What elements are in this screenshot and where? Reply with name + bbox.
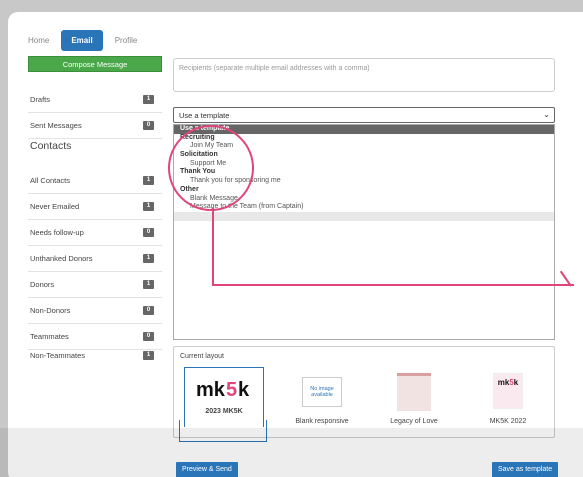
sidebar-item-label: Sent Messages: [30, 121, 82, 130]
sidebar-item-label: Never Emailed: [30, 202, 80, 211]
count-badge: 1: [143, 350, 154, 360]
selected-layout-frame: [179, 420, 267, 442]
preview-send-button[interactable]: Preview & Send: [176, 462, 238, 477]
legacy-thumbnail-image: [397, 373, 431, 411]
sidebar-item-label: Needs follow-up: [30, 228, 84, 237]
sidebar-item-label: Teammates: [30, 332, 69, 341]
svg-text:5: 5: [226, 379, 237, 401]
compose-message-button[interactable]: Compose Message: [28, 56, 162, 72]
sidebar-item-label: All Contacts: [30, 176, 71, 185]
save-as-template-button[interactable]: Save as template: [492, 462, 559, 477]
count-badge: 1: [143, 95, 154, 104]
sidebar-item-never-emailed[interactable]: Never Emailed 1: [28, 194, 162, 220]
sidebar-item-label: Unthanked Donors: [30, 254, 93, 263]
count-badge: 0: [143, 121, 154, 130]
sidebar-item-needs-follow-up[interactable]: Needs follow-up 0: [28, 220, 162, 246]
annotation-circle: [168, 125, 254, 211]
sidebar-item-unthanked-donors[interactable]: Unthanked Donors 1: [28, 246, 162, 272]
dropdown-divider: [174, 211, 554, 221]
layout-caption: Blank responsive: [295, 418, 349, 425]
template-select-value: Use a template: [179, 111, 230, 120]
annotation-line: [212, 284, 574, 286]
sidebar-item-label: Drafts: [30, 95, 51, 104]
layout-thumb-2023-mk5k[interactable]: mk 5 k 2023 MK5K: [184, 367, 264, 427]
sidebar-item-label: Non-Teammates: [30, 350, 86, 360]
layout-label: Current layout: [180, 353, 224, 360]
sidebar-item-sent-messages[interactable]: Sent Messages 0: [28, 113, 162, 139]
no-image-placeholder: No image available: [302, 377, 342, 407]
mk5k-2022-thumbnail-image: mk5k: [493, 373, 523, 409]
sidebar-item-label: Non-Donors: [30, 306, 71, 315]
count-badge: 0: [143, 306, 154, 315]
annotation-line: [212, 208, 214, 286]
svg-text:k: k: [238, 379, 250, 401]
tab-profile[interactable]: Profile: [109, 31, 144, 50]
tab-home[interactable]: Home: [22, 31, 55, 50]
count-badge: 0: [143, 228, 154, 237]
layout-thumb-mk5k-2022[interactable]: mk5k MK5K 2022: [468, 367, 548, 427]
template-select[interactable]: Use a template ⌄: [173, 107, 555, 123]
tab-email[interactable]: Email: [61, 30, 103, 51]
nav-tabs: Home Email Profile: [22, 30, 143, 51]
count-badge: 1: [143, 202, 154, 211]
sidebar-item-non-teammates[interactable]: Non-Teammates 1: [28, 342, 162, 368]
chevron-down-icon: ⌄: [543, 110, 550, 119]
layout-caption: Legacy of Love: [390, 418, 438, 425]
sidebar-item-label: Donors: [30, 280, 55, 289]
contacts-heading: Contacts: [30, 140, 72, 152]
sidebar-item-all-contacts[interactable]: All Contacts 1: [28, 168, 162, 194]
layout-caption: MK5K 2022: [489, 418, 527, 425]
sidebar-item-donors[interactable]: Donors 1: [28, 272, 162, 298]
count-badge: 1: [143, 280, 154, 289]
layout-caption: 2023 MK5K: [205, 408, 243, 415]
sidebar-item-drafts[interactable]: Drafts 1: [28, 87, 162, 113]
layout-thumb-legacy-of-love[interactable]: Legacy of Love: [374, 367, 454, 427]
count-badge: 1: [143, 176, 154, 185]
sidebar-item-non-donors[interactable]: Non-Donors 0: [28, 298, 162, 324]
count-badge: 0: [143, 332, 154, 341]
layout-thumb-blank-responsive[interactable]: No image available Blank responsive: [282, 367, 362, 427]
count-badge: 1: [143, 254, 154, 263]
svg-text:mk: mk: [196, 379, 226, 401]
recipients-input[interactable]: Recipients (separate multiple email addr…: [173, 58, 555, 92]
mk5k-logo-icon: mk 5 k: [196, 379, 250, 401]
